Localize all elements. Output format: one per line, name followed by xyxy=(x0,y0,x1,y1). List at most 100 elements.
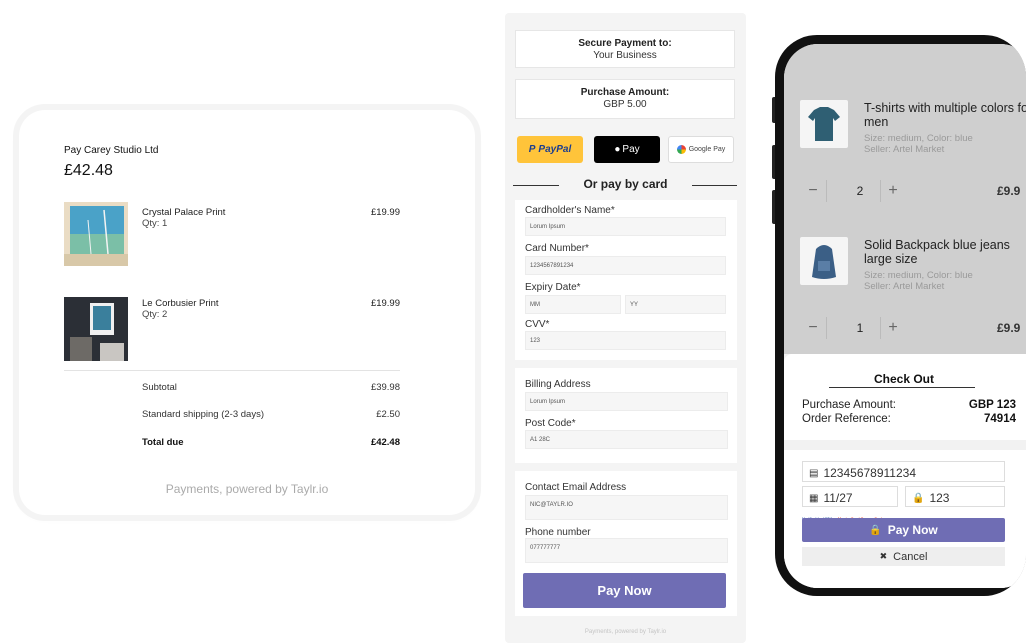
cvv-field[interactable]: 🔒 123 xyxy=(905,486,1005,507)
card-number-label: Card Number* xyxy=(525,243,589,254)
secure-payment-title: Secure Payment to: xyxy=(578,38,672,49)
contact-email-input[interactable]: NIC@TAYLR.IO xyxy=(525,495,728,520)
summary-divider xyxy=(64,370,400,371)
calendar-icon: ▦ xyxy=(809,492,819,504)
shipping-label: Standard shipping (2-3 days) xyxy=(142,409,264,420)
card-number-field[interactable]: ▤ 12345678911234 xyxy=(802,461,1005,482)
purchase-amount-value: GBP 5.00 xyxy=(603,99,647,110)
card-number-input[interactable]: 1234567891234 xyxy=(525,256,726,275)
billing-address-label: Billing Address xyxy=(525,379,591,390)
quantity-value: 2 xyxy=(856,184,864,198)
credit-card-icon: ▤ xyxy=(809,467,819,479)
quantity-value: 1 xyxy=(856,321,864,335)
backpack-image xyxy=(800,237,848,285)
increase-qty-button[interactable]: + xyxy=(880,178,906,204)
total-due-value: £42.48 xyxy=(370,437,400,448)
or-pay-by-card-heading: Or pay by card xyxy=(583,177,668,191)
payment-form: Secure Payment to: Your Business Purchas… xyxy=(505,13,746,643)
cancel-label: Cancel xyxy=(893,550,928,563)
checkout-underline xyxy=(829,387,975,388)
item-qty: Qty: 2 xyxy=(142,309,168,320)
powered-by-text: Payments, powered by Taylr.io xyxy=(165,482,329,496)
crystal-palace-thumbnail xyxy=(64,202,128,266)
google-pay-label: Google Pay xyxy=(688,146,726,153)
checkout-title: Check Out xyxy=(873,372,934,386)
expiry-field[interactable]: ▦ 11/27 xyxy=(802,486,898,507)
checkout-sheet: Check Out Purchase Amount: GBP 123 Order… xyxy=(784,354,1026,588)
product-price: £9.9 xyxy=(997,321,1021,335)
item-price: £19.99 xyxy=(370,298,400,309)
checkout-summary: Check Out Purchase Amount: GBP 123 Order… xyxy=(784,354,1026,440)
total-due-label: Total due xyxy=(142,437,184,448)
order-reference-value: 74914 xyxy=(984,413,1016,425)
purchase-amount-box: Purchase Amount: GBP 5.00 xyxy=(515,79,735,119)
cardholder-name-label: Cardholder's Name* xyxy=(525,205,615,216)
purchase-amount-title: Purchase Amount: xyxy=(580,87,670,98)
item-name: Crystal Palace Print xyxy=(142,207,226,218)
order-summary-card: Pay Carey Studio Ltd £42.48 Crystal Pala… xyxy=(19,110,475,515)
subtotal-label: Subtotal xyxy=(142,382,177,393)
apple-pay-button[interactable]: ● Pay xyxy=(594,136,660,163)
post-code-label: Post Code* xyxy=(525,418,576,429)
product-title: Solid Backpack blue jeans large size xyxy=(864,238,1010,266)
google-pay-button[interactable]: Google Pay xyxy=(668,136,734,163)
pay-now-button[interactable]: 🔒 Pay Now xyxy=(802,518,1005,542)
product-title: T-shirts with multiple colors for men xyxy=(864,101,1026,129)
billing-address-input[interactable]: Lorum Ipsum xyxy=(525,392,728,411)
product-meta: Size: medium, Color: blue xyxy=(864,270,973,281)
secure-payment-value: Your Business xyxy=(593,50,657,61)
paypal-label: PayPal xyxy=(538,144,572,155)
expiry-year-input[interactable]: YY xyxy=(625,295,726,314)
paypal-button[interactable]: P PayPal xyxy=(517,136,583,163)
order-total-heading: £42.48 xyxy=(64,162,113,179)
paypal-icon: P xyxy=(528,144,536,155)
le-corbusier-thumbnail xyxy=(64,297,128,361)
product-price: £9.9 xyxy=(997,184,1021,198)
purchase-amount-label: Purchase Amount: xyxy=(802,399,896,411)
item-name: Le Corbusier Print xyxy=(142,298,219,309)
pay-now-label: Pay Now xyxy=(887,523,938,537)
google-icon xyxy=(676,145,686,154)
apple-pay-label: Pay xyxy=(622,144,640,155)
divider-line-right xyxy=(692,185,737,186)
decrease-qty-button[interactable]: − xyxy=(800,315,826,341)
apple-icon: ● xyxy=(614,144,621,155)
purchase-amount-value: GBP 123 xyxy=(968,399,1016,411)
expiry-value: 11/27 xyxy=(823,491,853,505)
increase-qty-button[interactable]: + xyxy=(880,315,906,341)
phone-mockup: T-shirts with multiple colors for men Si… xyxy=(775,35,1026,596)
powered-by-text: Payments, powered by Taylr.io xyxy=(584,629,667,635)
cart-list: T-shirts with multiple colors for men Si… xyxy=(784,44,1026,354)
lock-icon: 🔒 xyxy=(912,492,925,504)
secure-payment-box: Secure Payment to: Your Business xyxy=(515,30,735,68)
tshirt-image xyxy=(800,100,848,148)
item-price: £19.99 xyxy=(370,207,400,218)
shipping-value: £2.50 xyxy=(376,409,400,420)
expiry-month-input[interactable]: MM xyxy=(525,295,621,314)
product-seller: Seller: Artel Market xyxy=(864,144,945,155)
contact-email-label: Contact Email Address xyxy=(525,482,627,493)
cvv-input[interactable]: 123 xyxy=(525,331,726,350)
phone-number-label: Phone number xyxy=(525,527,591,538)
merchant-name: Pay Carey Studio Ltd xyxy=(64,145,159,156)
decrease-qty-button[interactable]: − xyxy=(800,178,826,204)
billing-section: Billing Address Lorum Ipsum Post Code* A… xyxy=(515,368,737,463)
card-number-value: 12345678911234 xyxy=(823,466,916,480)
post-code-input[interactable]: A1 28C xyxy=(525,430,728,449)
phone-screen: T-shirts with multiple colors for men Si… xyxy=(784,44,1026,588)
item-qty: Qty: 1 xyxy=(142,218,168,229)
product-seller: Seller: Artel Market xyxy=(864,281,945,292)
stepper-divider xyxy=(826,180,827,202)
cancel-button[interactable]: ✖ Cancel xyxy=(802,547,1005,566)
close-icon: ✖ xyxy=(879,551,888,561)
card-details-section: Cardholder's Name* Lorum Ipsum Card Numb… xyxy=(515,200,737,360)
order-reference-label: Order Reference: xyxy=(802,413,891,425)
cvv-value: 123 xyxy=(929,491,950,505)
stepper-divider xyxy=(826,317,827,339)
lock-icon: 🔒 xyxy=(869,524,882,536)
pay-now-button[interactable]: Pay Now xyxy=(523,573,726,608)
product-meta: Size: medium, Color: blue xyxy=(864,133,973,144)
cardholder-name-input[interactable]: Lorum Ipsum xyxy=(525,217,726,236)
phone-number-input[interactable]: 077777777 xyxy=(525,538,728,563)
expiry-date-label: Expiry Date* xyxy=(525,282,581,293)
